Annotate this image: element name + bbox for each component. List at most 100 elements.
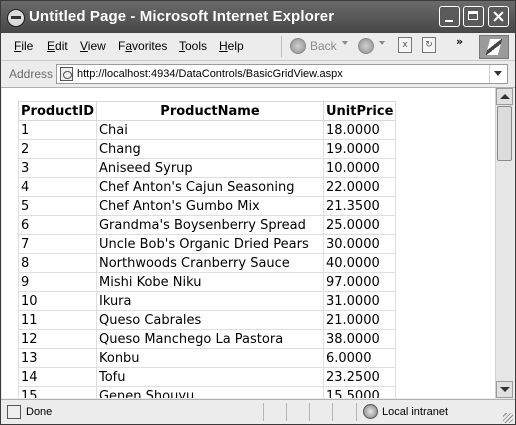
cell-productid: 2 [18,139,97,159]
page-status-icon [7,405,21,419]
cell-productid: 14 [18,367,97,387]
security-zone-label: Local intranet [382,406,449,418]
table-row: 10 Ikura 31.0000 [18,291,397,311]
cell-unitprice: 40.0000 [322,253,397,273]
cell-productid: 9 [18,272,97,292]
menu-help[interactable]: Help [219,39,244,53]
cell-productid: 10 [18,291,97,311]
address-dropdown-icon[interactable] [489,65,507,83]
refresh-icon[interactable]: ↻ [422,37,436,53]
cell-unitprice: 10.0000 [322,158,397,178]
table-row: 1 Chai 18.0000 [18,120,397,140]
cell-productname: Aniseed Syrup [95,158,324,178]
status-divider [356,403,357,421]
address-label: Address [9,67,54,81]
column-header-productname: ProductName [95,101,324,121]
column-header-unitprice: UnitPrice [322,101,397,121]
local-intranet-icon [363,404,378,419]
menu-file[interactable]: File [14,39,33,53]
cell-unitprice: 21.0000 [322,310,397,330]
cell-productname: Grandma's Boysenberry Spread [95,215,324,235]
cell-productname: Chef Anton's Gumbo Mix [95,196,324,216]
table-row: 8 Northwoods Cranberry Sauce 40.0000 [18,253,397,273]
scrollbar-thumb[interactable] [497,106,512,161]
products-grid: ProductID ProductName UnitPrice 1 Chai 18.… [18,101,397,398]
menu-favorites[interactable]: Favorites [118,39,167,53]
page-content: ProductID ProductName UnitPrice 1 Chai 18.… [2,88,495,398]
menu-edit[interactable]: Edit [47,39,68,53]
cell-unitprice: 25.0000 [322,215,397,235]
windows-logo-icon [479,35,509,59]
maximize-button[interactable] [463,6,484,27]
scroll-up-icon[interactable] [496,88,513,105]
table-row: 2 Chang 19.0000 [18,139,397,159]
cell-productid: 7 [18,234,97,254]
close-button[interactable] [488,6,509,27]
back-label: Back [310,39,337,53]
minimize-button[interactable] [439,6,460,27]
cell-productname: Chai [95,120,324,140]
cell-productid: 11 [18,310,97,330]
cell-productname: Ikura [95,291,324,311]
toolbar-separator [281,36,282,57]
table-row: 5 Chef Anton's Gumbo Mix 21.3500 [18,196,397,216]
scroll-down-icon[interactable] [496,381,513,398]
title-bar[interactable]: Untitled Page - Microsoft Internet Explo… [1,1,515,33]
forward-arrow-icon[interactable] [358,38,374,54]
cell-unitprice: 31.0000 [322,291,397,311]
status-divider [263,403,264,421]
page-icon [60,67,73,81]
table-row: 9 Mishi Kobe Niku 97.0000 [18,272,397,292]
vertical-scrollbar[interactable] [495,88,513,398]
cell-unitprice: 38.0000 [322,329,397,349]
cell-productname: Genen Shouyu [95,386,324,398]
column-header-productid: ProductID [18,101,97,121]
browser-window: Untitled Page - Microsoft Internet Explo… [0,0,516,425]
cell-productname: Chang [95,139,324,159]
cell-productname: Chef Anton's Cajun Seasoning [95,177,324,197]
cell-productid: 6 [18,215,97,235]
menu-view[interactable]: View [80,39,106,53]
back-dropdown-chevron-icon[interactable] [342,41,348,45]
cell-unitprice: 19.0000 [322,139,397,159]
cell-productname: Konbu [95,348,324,368]
status-divider [332,403,333,421]
toolbar-overflow-icon[interactable]: » [456,35,463,48]
address-url[interactable]: http://localhost:4934/DataControls/Basic… [77,68,343,80]
table-row: 13 Konbu 6.0000 [18,348,397,368]
address-input[interactable]: http://localhost:4934/DataControls/Basic… [56,64,508,84]
table-row: 4 Chef Anton's Cajun Seasoning 22.0000 [18,177,397,197]
ie-page-icon [7,9,25,27]
cell-productid: 4 [18,177,97,197]
cell-unitprice: 6.0000 [322,348,397,368]
cell-productid: 1 [18,120,97,140]
cell-unitprice: 30.0000 [322,234,397,254]
table-row: 6 Grandma's Boysenberry Spread 25.0000 [18,215,397,235]
cell-productname: Mishi Kobe Niku [95,272,324,292]
cell-unitprice: 18.0000 [322,120,397,140]
forward-dropdown-chevron-icon[interactable] [379,41,385,45]
cell-productname: Queso Manchego La Pastora [95,329,324,349]
table-row: 12 Queso Manchego La Pastora 38.0000 [18,329,397,349]
resize-grip-icon[interactable] [503,413,513,423]
table-row: 14 Tofu 23.2500 [18,367,397,387]
cell-productid: 15 [18,386,97,398]
cell-productid: 3 [18,158,97,178]
cell-unitprice: 97.0000 [322,272,397,292]
cell-productname: Queso Cabrales [95,310,324,330]
table-row: 11 Queso Cabrales 21.0000 [18,310,397,330]
cell-productname: Northwoods Cranberry Sauce [95,253,324,273]
menu-tools[interactable]: Tools [179,39,207,53]
table-row: 3 Aniseed Syrup 10.0000 [18,158,397,178]
status-text: Done [26,406,53,418]
cell-productid: 8 [18,253,97,273]
grid-header-row: ProductID ProductName UnitPrice [18,101,397,121]
close-icon [493,11,504,22]
menu-bar: File Edit View Favorites Tools Help Back… [1,33,515,61]
status-divider [286,403,287,421]
stop-icon[interactable]: x [398,37,412,53]
table-row: 7 Uncle Bob's Organic Dried Pears 30.0000 [18,234,397,254]
table-row: 15 Genen Shouyu 15.5000 [18,386,397,398]
back-arrow-icon [290,38,306,54]
cell-unitprice: 21.3500 [322,196,397,216]
